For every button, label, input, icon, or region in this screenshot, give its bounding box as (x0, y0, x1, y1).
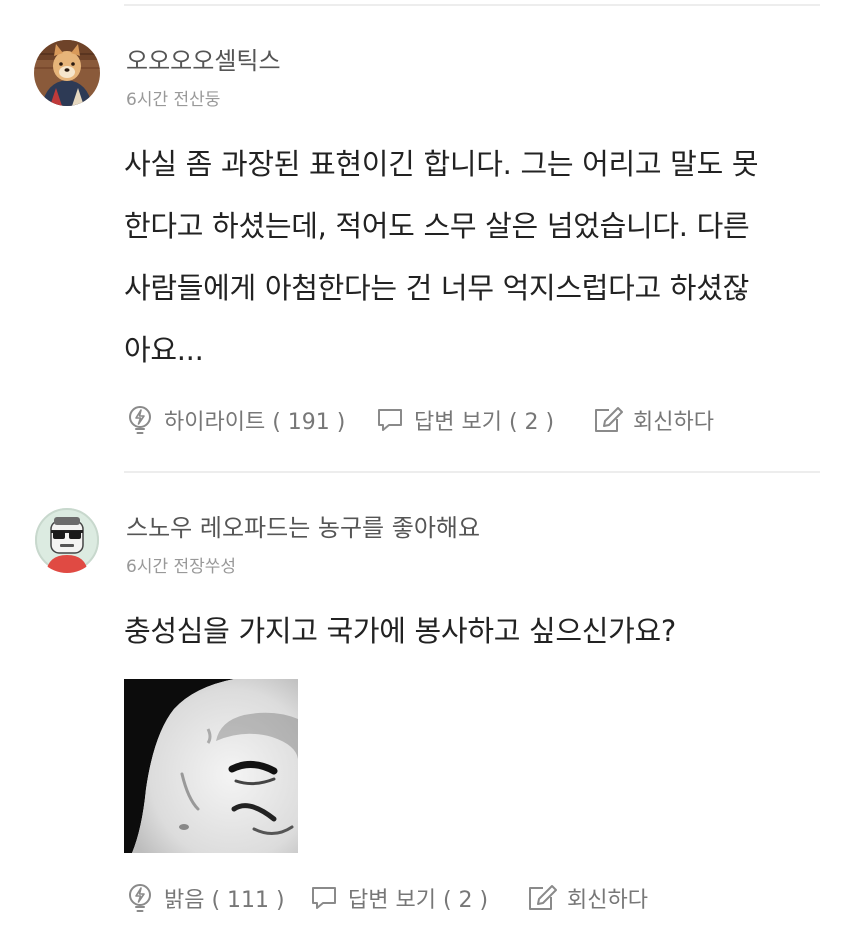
comment-line: 사람들에게 아첨한다는 건 너무 억지스럽다고 하셨잖 (124, 271, 749, 305)
highlight-label: 하이라이트 ( 191 ) (164, 410, 346, 435)
reply-label: 회신하다 (633, 410, 714, 435)
sunglasses-character-avatar-image (35, 508, 99, 573)
edit-icon (529, 885, 557, 910)
reply-button[interactable]: 회신하다 (593, 404, 714, 436)
comment-attachment-image[interactable] (124, 679, 298, 853)
comment-line: 충성심을 가지고 국가에 봉사하고 싶으신가요? (124, 614, 676, 648)
view-replies-button[interactable]: 답변 보기 ( 2 ) (310, 882, 527, 914)
avatar[interactable] (34, 40, 100, 106)
reply-label: 회신하다 (567, 888, 648, 913)
comment-body: 충성심을 가지고 국가에 봉사하고 싶으신가요? (124, 600, 814, 662)
comment-meta: 6시간 전장쑤성 (126, 557, 237, 577)
view-replies-label: 답변 보기 ( 2 ) (414, 410, 555, 435)
highlight-label: 밝음 ( 111 ) (164, 888, 285, 913)
comment-meta: 6시간 전산둥 (126, 90, 221, 110)
lightbulb-icon (129, 406, 151, 434)
view-replies-button[interactable]: 답변 보기 ( 2 ) (376, 404, 593, 436)
reply-button[interactable]: 회신하다 (527, 882, 648, 914)
meme-face-image (124, 679, 298, 853)
view-replies-label: 답변 보기 ( 2 ) (348, 888, 489, 913)
speech-bubble-icon (312, 887, 336, 909)
highlight-button[interactable]: 밝음 ( 111 ) (126, 882, 310, 914)
speech-bubble-icon (378, 409, 402, 431)
shiba-dog-avatar-image (34, 40, 100, 106)
comment-actions: 하이라이트 ( 191 ) 답변 보기 ( 2 ) 회신하다 (126, 400, 714, 440)
highlight-button[interactable]: 하이라이트 ( 191 ) (126, 404, 376, 436)
edit-icon (595, 407, 623, 432)
username[interactable]: 오오오오셀틱스 (126, 41, 281, 76)
comment-actions: 밝음 ( 111 ) 답변 보기 ( 2 ) 회신하다 (126, 878, 648, 918)
divider (124, 4, 820, 6)
avatar[interactable] (34, 507, 100, 573)
divider (124, 471, 820, 473)
comment-body: 사실 좀 과장된 표현이긴 합니다. 그는 어리고 말도 못 한다고 하셨는데,… (124, 133, 814, 381)
comment-line: 한다고 하셨는데, 적어도 스무 살은 넘었습니다. 다른 (124, 209, 750, 243)
comment-line: 사실 좀 과장된 표현이긴 합니다. 그는 어리고 말도 못 (124, 147, 759, 181)
lightbulb-icon (129, 884, 151, 912)
comment-line: 아요... (124, 333, 204, 367)
username[interactable]: 스노우 레오파드는 농구를 좋아해요 (126, 508, 480, 543)
